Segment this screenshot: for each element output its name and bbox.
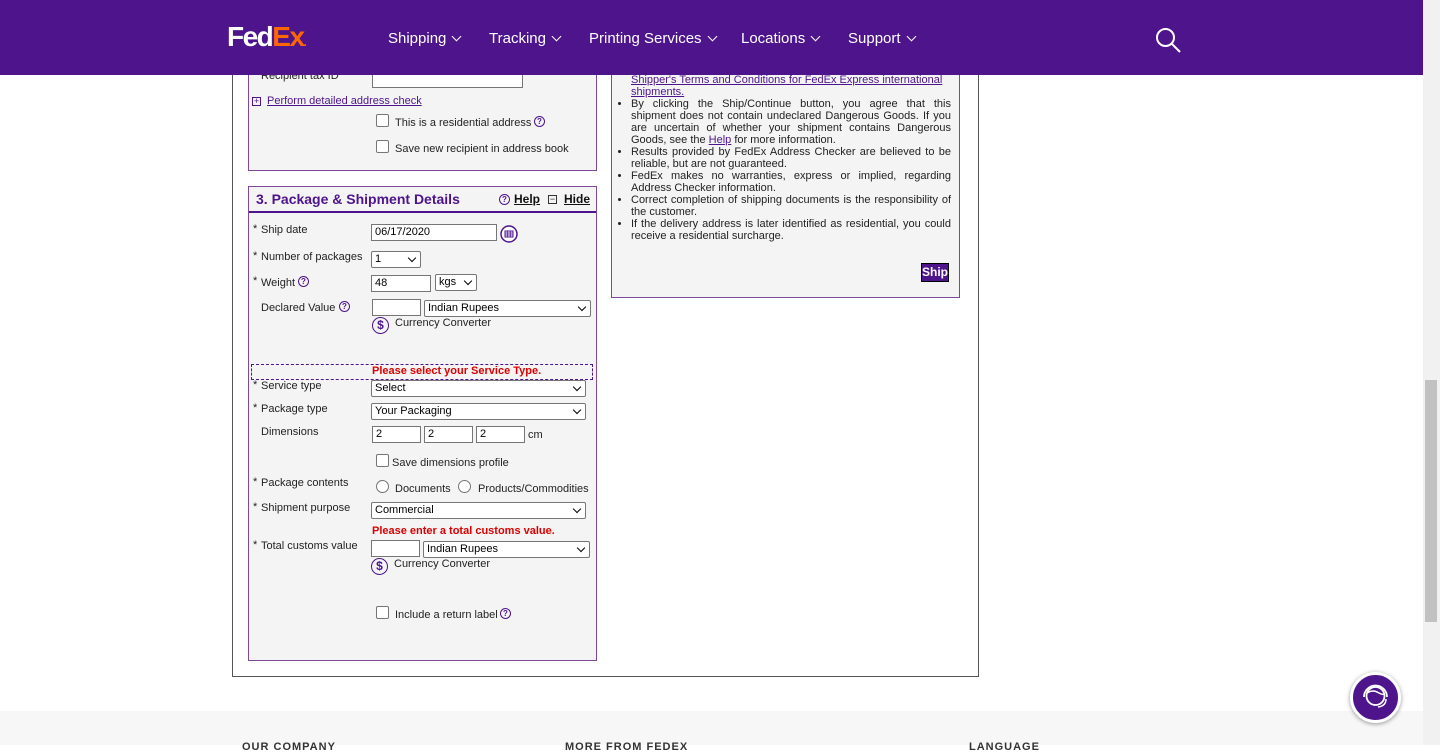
help-question-icon[interactable]: ? — [534, 116, 545, 127]
contents-documents-radio[interactable] — [376, 480, 389, 493]
package-type-select[interactable]: Your Packaging — [371, 403, 586, 420]
help-question-icon[interactable]: ? — [500, 608, 511, 619]
chevron-down-icon — [810, 31, 821, 42]
calendar-icon[interactable] — [500, 225, 518, 243]
number-of-packages-select[interactable]: 1 — [371, 251, 421, 268]
required-asterisk: * — [253, 539, 258, 551]
service-type-select[interactable]: Select — [371, 380, 586, 397]
package-details-title: 3. Package & Shipment Details — [256, 191, 460, 207]
chevron-down-icon — [906, 31, 916, 42]
required-asterisk: * — [253, 223, 258, 235]
required-asterisk: * — [253, 476, 258, 488]
help-question-icon[interactable]: ? — [499, 194, 510, 205]
service-type-label: Service type — [261, 380, 322, 392]
contents-documents-label: Documents — [395, 483, 451, 495]
save-recipient-checkbox[interactable] — [376, 140, 389, 153]
save-dimensions-checkbox[interactable] — [376, 454, 389, 467]
required-asterisk: * — [253, 402, 258, 414]
declared-value-label: Declared Value — [261, 302, 336, 314]
chevron-down-icon — [451, 31, 462, 42]
service-type-error: Please select your Service Type. — [372, 365, 542, 377]
declared-currency-select[interactable]: Indian Rupees — [424, 300, 591, 317]
ship-date-label: Ship date — [261, 224, 308, 236]
fedex-logo[interactable]: FedEx. — [227, 22, 307, 57]
collapse-minus-icon[interactable]: − — [548, 195, 557, 204]
help-link[interactable]: Help — [514, 192, 540, 206]
chat-support-button[interactable] — [1350, 672, 1401, 723]
weight-input[interactable]: 48 — [371, 275, 431, 292]
shipment-purpose-select[interactable]: Commercial — [371, 502, 586, 519]
scrollbar-thumb[interactable] — [1425, 380, 1437, 622]
package-type-label: Package type — [261, 403, 328, 415]
required-asterisk: * — [253, 275, 258, 287]
terms-bullet-residential: If the delivery address is later identif… — [631, 218, 951, 242]
terms-help-link[interactable]: Help — [709, 134, 732, 146]
chevron-down-icon — [707, 31, 717, 42]
footer — [0, 711, 1423, 745]
help-question-icon[interactable]: ? — [298, 276, 309, 287]
dimension-length-input[interactable]: 2 — [372, 426, 421, 443]
terms-bullet-documents: Correct completion of shipping documents… — [631, 194, 951, 218]
terms-bullet-dangerous-goods: By clicking the Ship/Continue button, yo… — [631, 98, 951, 146]
terms-bullet-warranties: FedEx makes no warranties, express or im… — [631, 170, 951, 194]
dimensions-label: Dimensions — [261, 426, 319, 438]
footer-heading-language: LANGUAGE — [969, 741, 1040, 753]
required-asterisk: * — [253, 250, 258, 262]
detailed-address-check-link[interactable]: Perform detailed address check — [267, 95, 422, 108]
dimension-width-input[interactable]: 2 — [424, 426, 473, 443]
weight-label: Weight — [261, 277, 296, 289]
total-customs-value-label: Total customs value — [261, 540, 358, 552]
help-question-icon[interactable]: ? — [339, 301, 350, 312]
page-scrollbar[interactable] — [1423, 0, 1440, 745]
ship-button[interactable]: Ship — [921, 263, 949, 282]
expand-plus-icon[interactable]: + — [252, 97, 261, 106]
save-recipient-label: Save new recipient in address book — [395, 143, 569, 155]
terms-content: Shipper's Terms and Conditions for FedEx… — [619, 74, 951, 242]
currency-dollar-icon[interactable]: $ — [371, 558, 388, 575]
nav-tracking[interactable]: Tracking — [489, 30, 562, 48]
footer-heading-more-from-fedex: MORE FROM FEDEX — [565, 741, 689, 753]
number-of-packages-label: Number of packages — [261, 251, 363, 263]
required-asterisk: * — [253, 379, 258, 391]
hide-link[interactable]: Hide — [564, 192, 590, 206]
contents-products-label: Products/Commodities — [478, 483, 589, 495]
nav-locations[interactable]: Locations — [741, 30, 821, 48]
contents-products-radio[interactable] — [458, 480, 471, 493]
nav-printing-services[interactable]: Printing Services — [589, 30, 717, 48]
return-label-label: Include a return label — [395, 609, 498, 621]
customs-value-error: Please enter a total customs value. — [372, 525, 555, 537]
ship-date-input[interactable]: 06/17/2020 — [371, 224, 497, 241]
footer-heading-our-company: OUR COMPANY — [242, 741, 336, 753]
terms-conditions-link[interactable]: Shipper's Terms and Conditions for FedEx… — [631, 74, 942, 98]
currency-dollar-icon[interactable]: $ — [372, 317, 389, 334]
residential-address-checkbox[interactable] — [376, 114, 389, 127]
dimension-height-input[interactable]: 2 — [476, 426, 525, 443]
weight-unit-select[interactable]: kgs — [435, 274, 477, 291]
currency-converter-link[interactable]: Currency Converter — [395, 317, 491, 330]
search-icon[interactable] — [1155, 27, 1181, 53]
save-dimensions-label: Save dimensions profile — [392, 457, 509, 469]
dimension-unit: cm — [528, 429, 543, 441]
package-contents-label: Package contents — [261, 477, 349, 489]
currency-converter-link-2[interactable]: Currency Converter — [394, 558, 490, 571]
nav-shipping[interactable]: Shipping — [388, 30, 462, 48]
residential-address-label: This is a residential address — [395, 117, 532, 129]
total-customs-value-input[interactable] — [371, 540, 420, 557]
chevron-down-icon — [551, 31, 562, 42]
customs-currency-select[interactable]: Indian Rupees — [423, 541, 590, 558]
nav-support[interactable]: Support — [848, 30, 916, 48]
terms-bullet-address-checker: Results provided by FedEx Address Checke… — [631, 146, 951, 170]
return-label-checkbox[interactable] — [376, 606, 389, 619]
declared-value-input[interactable] — [372, 299, 421, 316]
shipment-purpose-label: Shipment purpose — [261, 502, 351, 514]
required-asterisk: * — [253, 501, 258, 513]
agent-headset-icon — [1363, 684, 1388, 708]
top-navigation-bar: FedEx. Shipping Tracking Printing Servic… — [0, 0, 1423, 75]
